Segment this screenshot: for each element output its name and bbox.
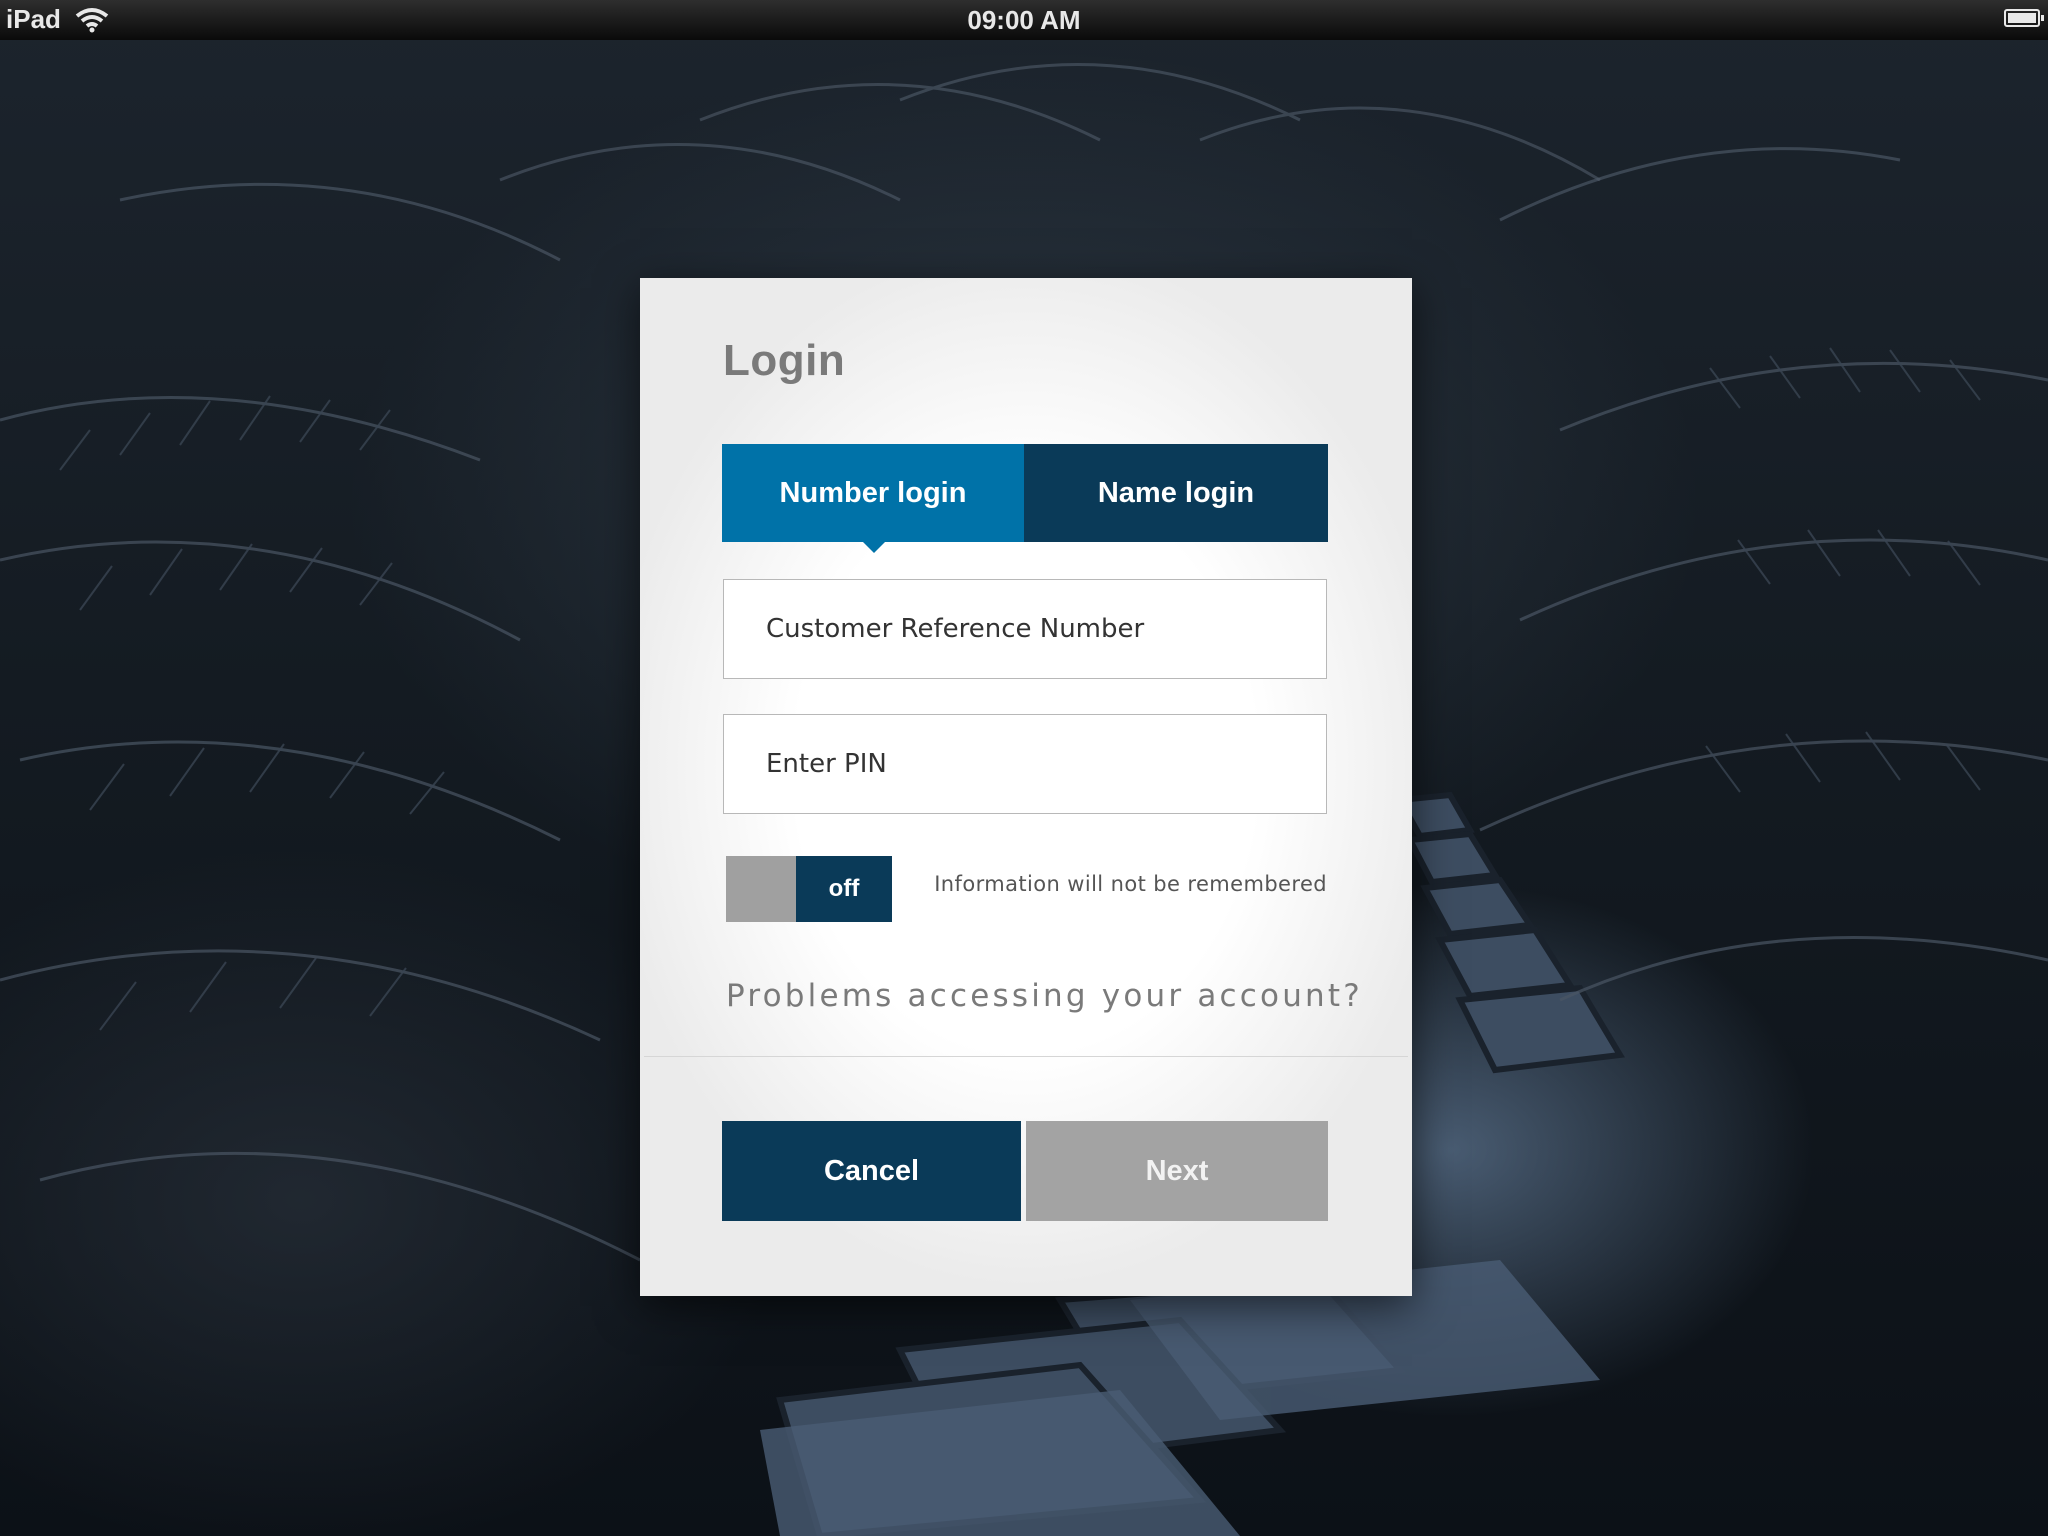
login-dialog: Login Number login Name login off Inform… bbox=[640, 278, 1412, 1296]
tab-name-login-label: Name login bbox=[1097, 476, 1255, 509]
remember-toggle-knob bbox=[726, 856, 796, 922]
dialog-divider bbox=[644, 1056, 1408, 1057]
customer-reference-number-input[interactable] bbox=[723, 579, 1327, 679]
problems-accessing-account-link[interactable]: Problems accessing your account? bbox=[726, 978, 1360, 1014]
cancel-button-label: Cancel bbox=[823, 1154, 920, 1187]
remember-toggle[interactable]: off bbox=[726, 856, 892, 922]
tab-name-login[interactable]: Name login bbox=[1024, 444, 1328, 542]
status-time: 09:00 AM bbox=[967, 5, 1081, 35]
next-button-label: Next bbox=[1145, 1154, 1209, 1187]
cancel-button[interactable]: Cancel bbox=[722, 1121, 1021, 1221]
pin-input[interactable] bbox=[723, 714, 1327, 814]
dialog-title: Login bbox=[723, 336, 846, 385]
remember-description: Information will not be remembered bbox=[934, 872, 1327, 896]
login-type-tabs: Number login Name login bbox=[722, 444, 1328, 553]
next-button[interactable]: Next bbox=[1026, 1121, 1328, 1221]
tab-number-login-label: Number login bbox=[779, 476, 967, 509]
remember-toggle-label: off bbox=[796, 856, 892, 922]
battery-icon bbox=[2004, 9, 2044, 27]
status-bar: iPad 09:00 AM bbox=[0, 0, 2048, 40]
tab-number-login[interactable]: Number login bbox=[722, 444, 1024, 553]
